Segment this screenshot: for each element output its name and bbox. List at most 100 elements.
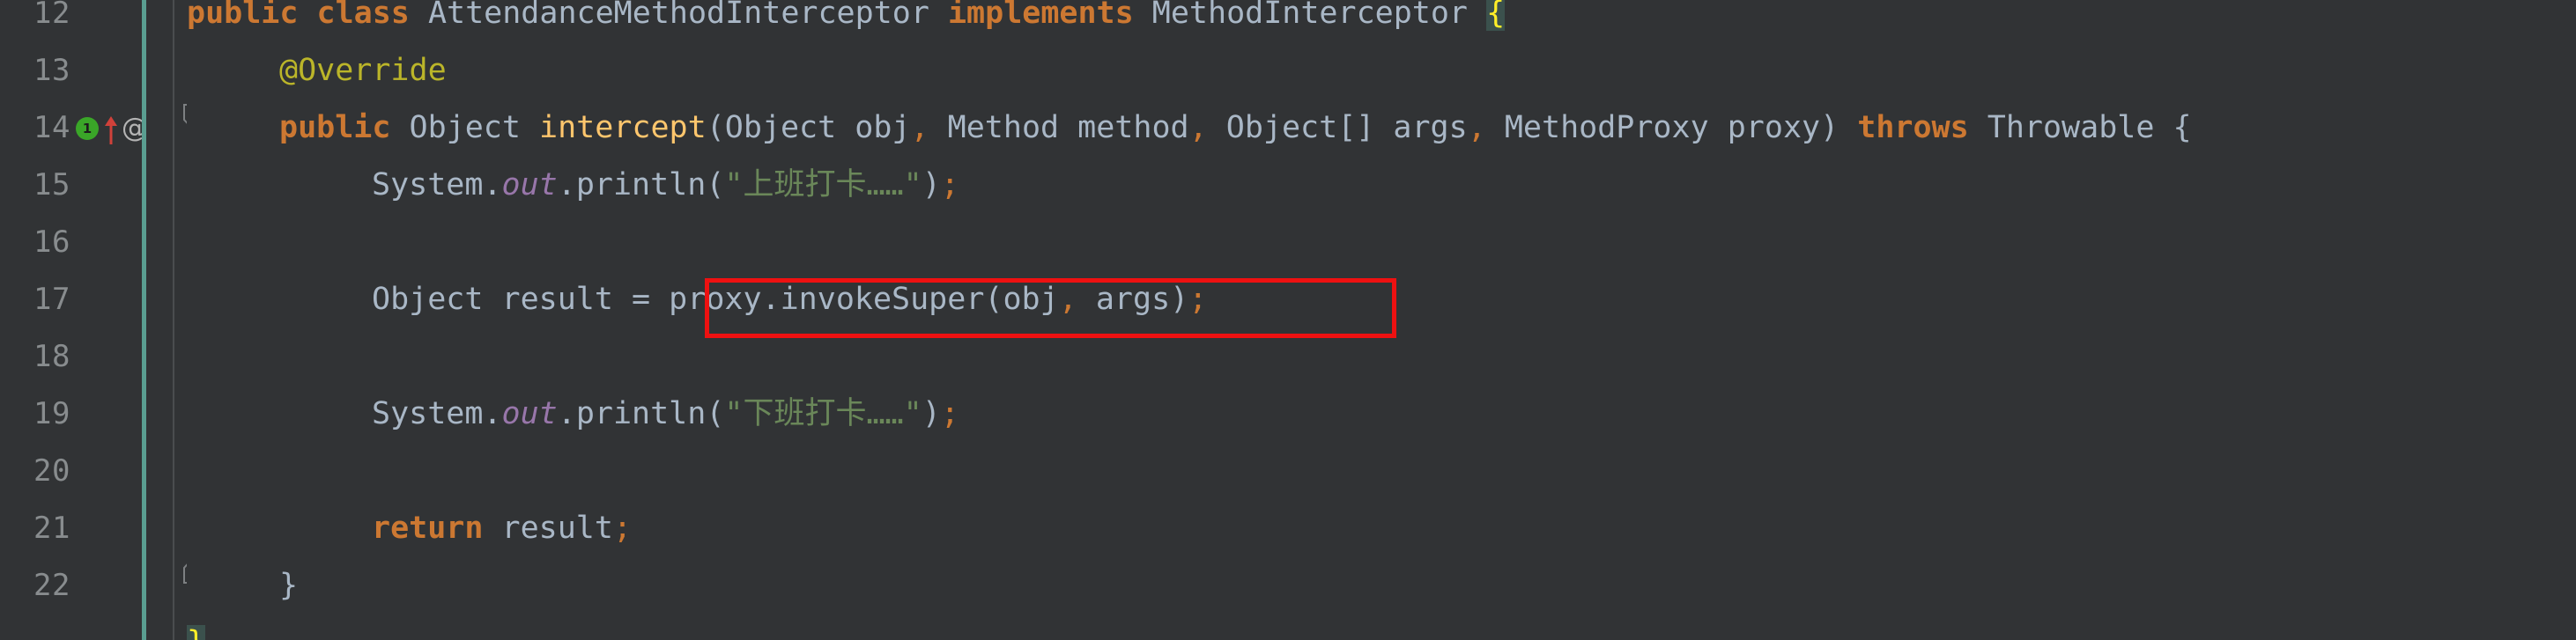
code-token: } [279,568,299,603]
code-token: proxy [669,282,762,317]
code-line[interactable]: return result; [372,500,632,557]
code-line[interactable]: } [279,557,298,614]
code-line[interactable]: System.out.println("下班打卡……"); [372,386,959,443]
gutter-row[interactable]: 21 [0,500,173,557]
code-token: , [910,110,929,145]
code-token: } [187,625,206,640]
code-token: invokeSuper [780,282,985,317]
code-token: public [187,0,299,31]
code-token: Object [372,282,484,317]
code-token: { [1486,0,1506,31]
code-token: , [1467,110,1486,145]
code-token: println [575,167,707,202]
line-number: 21 [33,511,70,546]
code-token: Throwable [1987,110,2155,145]
line-number: 14 [33,110,70,145]
code-token: ) [1170,282,1189,317]
code-token: throws [1857,110,1969,145]
gutter-icon-group[interactable]: 1 @ [76,99,148,157]
code-line[interactable]: } [187,614,206,640]
line-number: 12 [33,0,70,31]
run-test-gutter-icon[interactable]: 1 [76,116,99,140]
code-line[interactable]: System.out.println("上班打卡……"); [372,157,959,214]
code-token: ; [940,167,959,202]
code-token: result [483,282,633,317]
code-token: { [2154,110,2192,145]
code-token: ; [1188,282,1208,317]
overriding-method-arrow-icon[interactable] [104,115,117,144]
code-line[interactable]: @Override [279,42,447,99]
code-token: = [632,282,651,317]
code-token: ( [984,282,1003,317]
code-line[interactable]: public class AttendanceMethodInterceptor… [187,0,1506,42]
code-token: , [1058,282,1077,317]
gutter-row[interactable]: 22 [0,557,173,614]
code-token: System [372,167,484,202]
editor-gutter: 12 13 14 1 @15 16 17 18 19 20 21 22 [0,0,173,640]
line-number: 16 [33,224,70,260]
code-token: ) [922,396,941,431]
code-token: . [761,282,781,317]
code-token: . [483,396,502,431]
code-token: "下班打卡……" [724,396,922,431]
code-token: return [372,511,484,546]
code-token: proxy [1708,110,1821,145]
code-token: ( [706,167,725,202]
code-token: args [1095,282,1171,317]
code-text-area[interactable]: public class AttendanceMethodInterceptor… [187,0,2576,640]
gutter-row[interactable]: 16 [0,214,173,271]
code-token: Object[] [1225,110,1375,145]
line-number: 18 [33,339,70,374]
line-number: 17 [33,282,70,317]
code-token: , [1188,110,1208,145]
gutter-row[interactable]: 18 [0,328,173,386]
code-token: ( [706,110,725,145]
code-token: out [501,167,558,202]
code-token: Method [947,110,1060,145]
line-number: 19 [33,396,70,431]
code-token: ( [706,396,725,431]
code-token: obj [836,110,911,145]
code-token: ) [1820,110,1839,145]
code-token: System [372,396,484,431]
gutter-row[interactable]: 17 [0,271,173,328]
code-token: result [483,511,613,546]
line-number: 20 [33,453,70,489]
code-token: out [501,396,558,431]
code-token: Object [724,110,837,145]
code-token: @Override [279,53,447,88]
gutter-separator [173,0,174,640]
gutter-row[interactable]: 19 [0,386,173,443]
code-editor-window: 12 13 14 1 @15 16 17 18 19 20 21 22 public class At… [0,0,2576,640]
code-token: . [557,167,576,202]
code-token: ; [612,511,633,546]
gutter-row[interactable]: 13 [0,42,173,99]
code-token: MethodProxy [1504,110,1709,145]
code-token: implements [947,0,1134,31]
code-token: AttendanceMethodInterceptor [427,0,929,31]
code-line[interactable]: public Object intercept(Object obj, Meth… [279,99,2192,157]
changed-lines-marker[interactable] [142,0,146,640]
code-line[interactable]: Object result = proxy.invokeSuper(obj, a… [372,271,1207,328]
gutter-row[interactable]: 14 1 @ [0,99,173,157]
code-token: ; [940,396,959,431]
code-token: println [575,396,707,431]
gutter-row[interactable]: 15 [0,157,173,214]
code-token: method [1059,110,1189,145]
gutter-row[interactable]: 20 [0,443,173,500]
code-token: intercept [539,110,707,145]
code-token: public [279,110,391,145]
code-token: "上班打卡……" [724,167,922,202]
gutter-row[interactable]: 12 [0,0,173,42]
